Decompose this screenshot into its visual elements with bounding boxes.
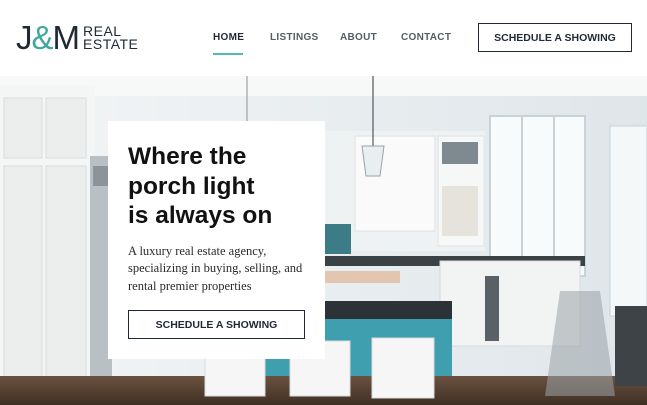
hero-title-line-2: porch light: [128, 172, 255, 200]
site-header: J&M REAL ESTATE HOME LISTINGS ABOUT CONT…: [0, 0, 647, 76]
brand-logo[interactable]: J&M REAL ESTATE: [16, 19, 139, 56]
schedule-showing-button[interactable]: SCHEDULE A SHOWING: [478, 23, 632, 52]
hero-description-line-3: rental premier properties: [128, 278, 252, 293]
hero-schedule-showing-button[interactable]: SCHEDULE A SHOWING: [128, 310, 305, 339]
logo-mark: J&M: [16, 19, 80, 56]
hero-title-line-1: Where the: [128, 143, 247, 170]
hero-section: Where the porch light is always on A lux…: [0, 76, 647, 405]
logo-wordmark: REAL ESTATE: [83, 24, 139, 52]
hero-title-line-3: is always on: [128, 202, 273, 229]
nav-active-indicator: [213, 53, 243, 55]
hero-title: Where the porch light is always on: [128, 142, 305, 231]
nav-about[interactable]: ABOUT: [340, 32, 377, 43]
nav-home[interactable]: HOME: [213, 32, 244, 43]
hero-description-line-1: A luxury real estate agency,: [128, 243, 267, 258]
nav-listings[interactable]: LISTINGS: [270, 32, 319, 43]
hero-description: A luxury real estate agency, specializin…: [128, 243, 305, 296]
nav-contact[interactable]: CONTACT: [401, 32, 451, 43]
hero-description-line-2: specializing in buying, selling, and: [128, 261, 303, 275]
logo-line-2: ESTATE: [83, 36, 139, 52]
hero-card: Where the porch light is always on A lux…: [108, 121, 325, 359]
